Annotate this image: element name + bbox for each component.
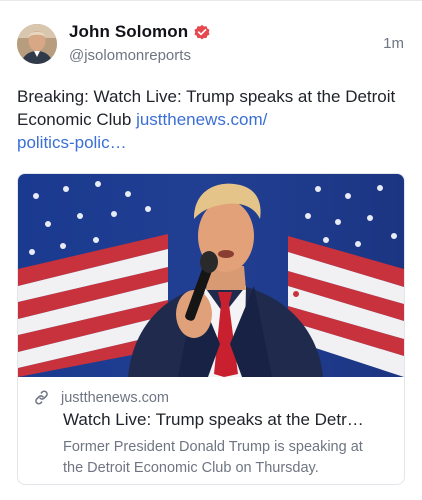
verified-badge-icon bbox=[194, 24, 210, 40]
avatar[interactable] bbox=[17, 24, 57, 64]
post-text-link-part2: politics-polic… bbox=[17, 133, 127, 152]
avatar-photo-icon bbox=[17, 24, 57, 64]
post-text: Breaking: Watch Live: Trump speaks at th… bbox=[17, 85, 397, 154]
author-handle[interactable]: @jsolomonreports bbox=[69, 47, 211, 64]
link-preview-domain-row: justthenews.com bbox=[33, 389, 169, 406]
link-preview-card[interactable]: justthenews.com Watch Live: Trump speaks… bbox=[17, 173, 405, 485]
post[interactable]: John Solomon @jsolomonreports 1m Breakin… bbox=[0, 0, 422, 500]
link-preview-meta: justthenews.com Watch Live: Trump speaks… bbox=[18, 377, 404, 484]
divider bbox=[0, 0, 422, 1]
name-row: John Solomon bbox=[69, 21, 211, 43]
post-text-link-part1: justthenews.com/ bbox=[136, 110, 268, 129]
author-block[interactable]: John Solomon @jsolomonreports bbox=[69, 21, 211, 64]
link-preview-title[interactable]: Watch Live: Trump speaks at the Detr… bbox=[63, 410, 395, 430]
link-preview-image-icon bbox=[18, 174, 404, 377]
link-preview-description: Former President Donald Trump is speakin… bbox=[63, 439, 363, 476]
link-preview-domain: justthenews.com bbox=[61, 389, 169, 406]
link-icon bbox=[35, 390, 48, 405]
post-timestamp[interactable]: 1m bbox=[383, 35, 404, 52]
display-name[interactable]: John Solomon bbox=[69, 22, 188, 42]
